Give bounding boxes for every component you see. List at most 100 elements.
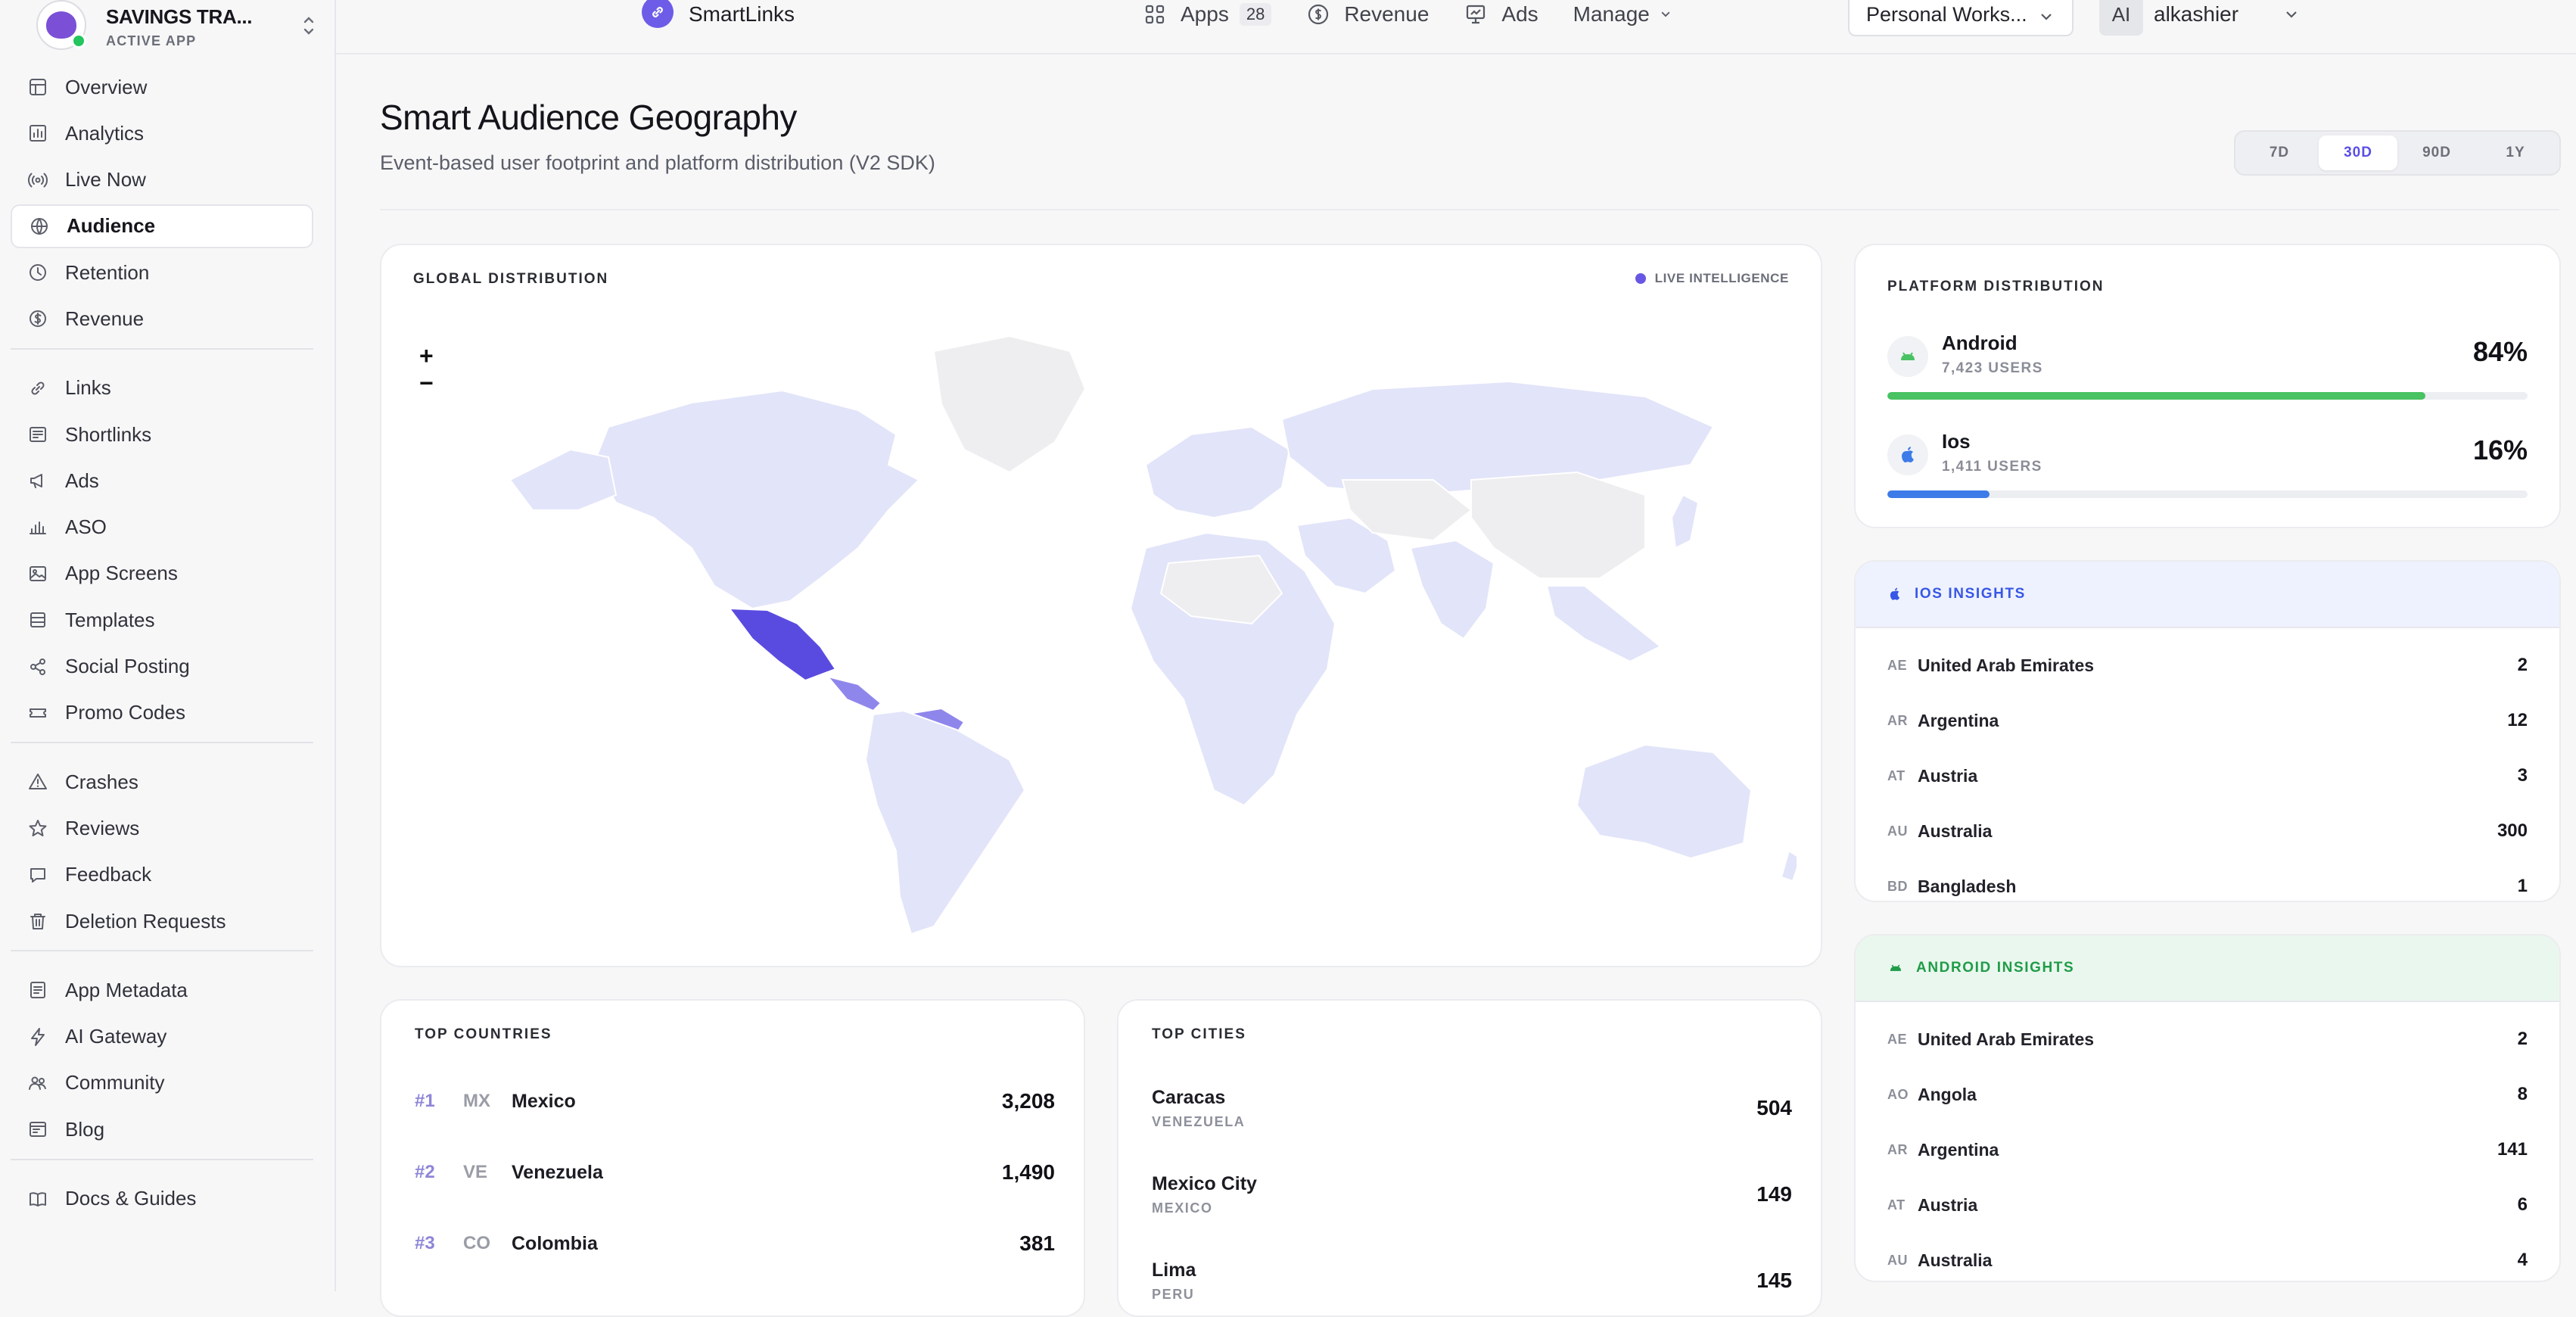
sidebar-item-social-posting[interactable]: Social Posting: [11, 645, 313, 689]
ios-insights-title: IOS INSIGHTS: [1915, 586, 2026, 602]
sidebar-item-community[interactable]: Community: [11, 1061, 313, 1105]
sidebar-item-feedback[interactable]: Feedback: [11, 853, 313, 897]
sidebar-item-blog[interactable]: Blog: [11, 1107, 313, 1151]
broadcast-icon: [27, 170, 48, 191]
region-australia[interactable]: [1576, 743, 1753, 860]
chevron-down-icon: [1661, 11, 1670, 17]
city-row[interactable]: Lima PERU 145: [1152, 1259, 1792, 1312]
sidebar-item-aso[interactable]: ASO: [11, 506, 313, 550]
country-code: AO: [1887, 1086, 1909, 1102]
country-row[interactable]: #1 MX Mexico 3,208: [415, 1082, 1055, 1120]
apple-icon: [1887, 434, 1928, 475]
sidebar-item-label: Live Now: [65, 168, 146, 191]
zoom-in-button[interactable]: +: [419, 342, 434, 369]
dollar-icon: [27, 308, 48, 329]
region-south-america[interactable]: [864, 709, 1026, 936]
chevron-up-down-icon: [303, 17, 314, 35]
city-row[interactable]: Caracas VENEZUELA 504: [1152, 1087, 1792, 1140]
sidebar-item-docs-guides[interactable]: Docs & Guides: [11, 1177, 313, 1221]
top-nav: Apps 28 Revenue Ads Manage: [1143, 0, 1709, 29]
document-icon: [27, 979, 48, 1001]
apps-icon: [1145, 5, 1165, 24]
region-southeast-asia[interactable]: [1545, 585, 1662, 663]
date-range-selector: 7D 30D 90D 1Y: [2234, 130, 2561, 176]
top-nav-apps[interactable]: Apps 28: [1143, 2, 1272, 26]
top-nav-ads[interactable]: Ads: [1464, 2, 1538, 26]
country-row[interactable]: #2 VE Venezuela 1,490: [415, 1154, 1055, 1191]
country-name: Mexico: [512, 1090, 576, 1112]
platform-row-ios: Ios 1,411 USERS 16%: [1887, 427, 2528, 510]
top-nav-manage[interactable]: Manage: [1573, 2, 1674, 26]
sidebar-item-deletion-requests[interactable]: Deletion Requests: [11, 899, 313, 943]
region-mexico[interactable]: [727, 607, 837, 682]
region-europe[interactable]: [1144, 425, 1291, 519]
region-central-america[interactable]: [826, 675, 882, 712]
world-map[interactable]: [465, 321, 1797, 942]
sidebar-item-templates[interactable]: Templates: [11, 598, 313, 642]
sidebar-item-overview[interactable]: Overview: [11, 65, 313, 109]
region-alaska[interactable]: [509, 448, 618, 511]
user-menu[interactable]: AI alkashier: [2099, 0, 2299, 36]
country-name: Argentina: [1918, 1139, 1999, 1160]
insight-row: AR Argentina 141: [1887, 1131, 2528, 1169]
country-code: AT: [1887, 1197, 1906, 1213]
sidebar-item-reviews[interactable]: Reviews: [11, 806, 313, 850]
top-nav-apps-label: Apps: [1181, 2, 1229, 26]
city-country: PERU: [1152, 1287, 1195, 1302]
android-share-bar: [1887, 392, 2425, 400]
country-name: Venezuela: [512, 1161, 603, 1183]
region-greenland[interactable]: [932, 335, 1087, 474]
header-divider: [380, 209, 2559, 210]
region-north-america[interactable]: [592, 389, 920, 610]
region-china[interactable]: [1470, 471, 1646, 579]
trash-icon: [27, 911, 48, 932]
region-south-asia[interactable]: [1409, 539, 1495, 640]
range-7d-button[interactable]: 7D: [2240, 135, 2319, 170]
country-name: Australia: [1918, 1250, 1993, 1270]
platform-users: 1,411 USERS: [1942, 459, 2042, 475]
range-30d-button[interactable]: 30D: [2319, 135, 2397, 170]
sidebar-item-ads[interactable]: Ads: [11, 459, 313, 503]
sidebar-item-promo-codes[interactable]: Promo Codes: [11, 691, 313, 735]
sidebar-item-live-now[interactable]: Live Now: [11, 158, 313, 202]
sidebar-item-audience[interactable]: Audience: [11, 204, 313, 248]
live-dot: [1635, 273, 1646, 284]
sidebar-item-ai-gateway[interactable]: AI Gateway: [11, 1015, 313, 1059]
link-icon: [27, 378, 48, 399]
sidebar-item-app-screens[interactable]: App Screens: [11, 552, 313, 596]
brand[interactable]: SmartLinks: [642, 0, 795, 29]
sidebar-item-shortlinks[interactable]: Shortlinks: [11, 413, 313, 456]
sidebar-item-app-metadata[interactable]: App Metadata: [11, 968, 313, 1012]
country-name: Colombia: [512, 1232, 598, 1254]
region-new-zealand[interactable]: [1780, 849, 1797, 883]
range-90d-button[interactable]: 90D: [2397, 135, 2476, 170]
sidebar-item-analytics[interactable]: Analytics: [11, 111, 313, 155]
city-country: VENEZUELA: [1152, 1114, 1246, 1129]
country-row[interactable]: #3 CO Colombia 381: [415, 1225, 1055, 1263]
sidebar-item-retention[interactable]: Retention: [11, 251, 313, 294]
top-bar: SmartLinks Apps 28 Revenue Ads Manage Pe…: [336, 0, 2576, 54]
book-icon: [27, 1188, 48, 1210]
app-switcher[interactable]: SAVINGS TRA... ACTIVE APP: [36, 0, 316, 54]
online-status-dot: [71, 33, 86, 48]
sidebar-item-revenue[interactable]: Revenue: [11, 297, 313, 341]
range-1y-button[interactable]: 1Y: [2476, 135, 2555, 170]
sidebar-item-label: Community: [65, 1071, 165, 1094]
top-nav-revenue[interactable]: Revenue: [1306, 2, 1429, 26]
sidebar-item-label: App Metadata: [65, 978, 188, 1001]
sidebar-item-crashes[interactable]: Crashes: [11, 760, 313, 804]
sidebar-item-links[interactable]: Links: [11, 366, 313, 410]
user-count: 12: [2507, 710, 2528, 730]
presentation-icon: [1467, 5, 1486, 24]
user-count: 3: [2517, 765, 2528, 786]
region-japan[interactable]: [1670, 493, 1700, 550]
nav-divider: [11, 1158, 313, 1160]
users-icon: [27, 1073, 48, 1094]
workspace-select[interactable]: Personal Works...: [1848, 0, 2074, 36]
dollar-icon: [1308, 4, 1329, 25]
platform-users: 7,423 USERS: [1942, 360, 2043, 376]
live-label: LIVE INTELLIGENCE: [1654, 271, 1789, 285]
zoom-out-button[interactable]: −: [419, 369, 434, 397]
country-code: VE: [463, 1162, 488, 1182]
city-row[interactable]: Mexico City MEXICO 149: [1152, 1173, 1792, 1226]
